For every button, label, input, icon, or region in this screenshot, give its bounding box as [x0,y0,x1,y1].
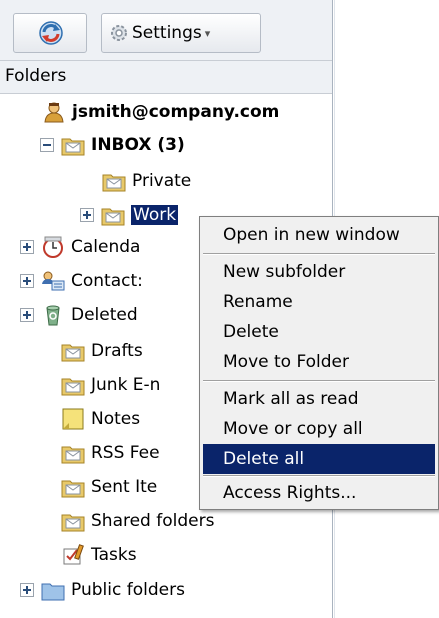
tree-item-label: Calenda [71,237,141,257]
tree-item-calendar[interactable]: Calenda [20,232,140,262]
tree-item-label: Sent Ite [91,477,158,497]
mail-folder-icon [61,344,85,362]
tree-item-label: Deleted [71,305,138,325]
expand-toggle[interactable] [20,583,34,597]
tree-item-contacts[interactable]: Contact: [20,266,143,296]
tree-item-label: RSS Fee [91,443,160,463]
menu-item-label: Mark all as read [223,389,359,409]
refresh-icon [39,21,63,45]
gear-icon [111,25,127,41]
note-icon [62,408,84,430]
expand-toggle[interactable] [20,240,34,254]
mail-folder-icon [102,174,126,192]
expand-toggle[interactable] [20,274,34,288]
menu-item-label: Open in new window [223,225,400,245]
expand-toggle[interactable] [80,208,94,222]
menu-item-label: Move to Folder [223,352,349,372]
tree-item-rss[interactable]: RSS Fee [61,438,160,468]
menu-separator [203,380,435,382]
tree-item-label: INBOX (3) [91,135,185,155]
mail-folder-icon [61,378,85,396]
user-icon [44,102,64,123]
tasks-icon [63,544,84,565]
tree-item-junk[interactable]: Junk E-n [61,370,160,400]
menu-item-delete-all[interactable]: Delete all [203,444,435,474]
tree-item-drafts[interactable]: Drafts [61,336,143,366]
tree-item-shared-folders[interactable]: Shared folders [61,506,214,536]
menu-item-move-to-folder[interactable]: Move to Folder [203,347,435,377]
menu-item-mark-all-as-read[interactable]: Mark all as read [203,384,435,414]
menu-separator [203,253,435,255]
account-row[interactable]: jsmith@company.com [42,97,279,127]
mail-folder-icon [101,208,125,226]
tree-item-label: Tasks [91,545,137,565]
settings-button[interactable]: Settings ▾ [101,13,261,53]
menu-item-label: New subfolder [223,262,346,282]
menu-item-label: Access Rights... [223,483,357,503]
menu-item-new-subfolder[interactable]: New subfolder [203,257,435,287]
folder-icon [41,583,65,601]
tree-item-work[interactable]: Work [80,200,179,230]
menu-item-move-or-copy-all[interactable]: Move or copy all [203,414,435,444]
tree-item-label: Public folders [71,580,185,600]
menu-item-label: Delete [223,322,279,342]
menu-item-label: Delete all [223,449,305,469]
menu-separator [203,475,435,477]
tree-item-label: Junk E-n [91,375,161,395]
menu-item-open-in-new-window[interactable]: Open in new window [203,220,435,250]
contacts-icon [42,271,65,291]
tree-item-notes[interactable]: Notes [61,404,140,434]
tree-item-inbox[interactable]: INBOX (3) [40,130,185,160]
tree-item-label: Notes [91,409,141,429]
tree-item-public-folders[interactable]: Public folders [20,575,185,605]
mail-folder-icon [61,480,85,498]
tree-item-sent[interactable]: Sent Ite [61,472,157,502]
tree-item-label: Drafts [91,341,143,361]
tree-item-private[interactable]: Private [102,166,191,196]
tree-item-label: Private [132,171,192,191]
tree-item-label: Contact: [71,271,143,291]
menu-item-label: Rename [223,292,293,312]
collapse-toggle[interactable] [40,138,54,152]
toolbar: Settings ▾ [0,0,332,61]
mail-folder-icon [61,514,85,532]
recycle-bin-icon [46,305,60,326]
tree-item-label: Work [131,205,179,225]
chevron-down-icon: ▾ [204,26,211,40]
tree-item-label: Shared folders [91,511,215,531]
account-label: jsmith@company.com [72,102,280,122]
folders-header-label: Folders [5,66,67,86]
menu-item-delete[interactable]: Delete [203,317,435,347]
expand-toggle[interactable] [20,308,34,322]
mail-folder-icon [61,446,85,464]
refresh-button[interactable] [13,13,87,53]
calendar-icon [43,236,63,258]
tree-item-deleted[interactable]: Deleted [20,300,138,330]
menu-item-rename[interactable]: Rename [203,287,435,317]
tree-item-tasks[interactable]: Tasks [61,540,137,570]
folders-header: Folders [0,61,332,94]
settings-label: Settings [132,23,202,43]
context-menu: Open in new window New subfolder Rename … [199,216,439,510]
menu-item-access-rights[interactable]: Access Rights... [203,478,435,508]
mail-folder-icon [61,138,85,156]
menu-item-label: Move or copy all [223,419,363,439]
